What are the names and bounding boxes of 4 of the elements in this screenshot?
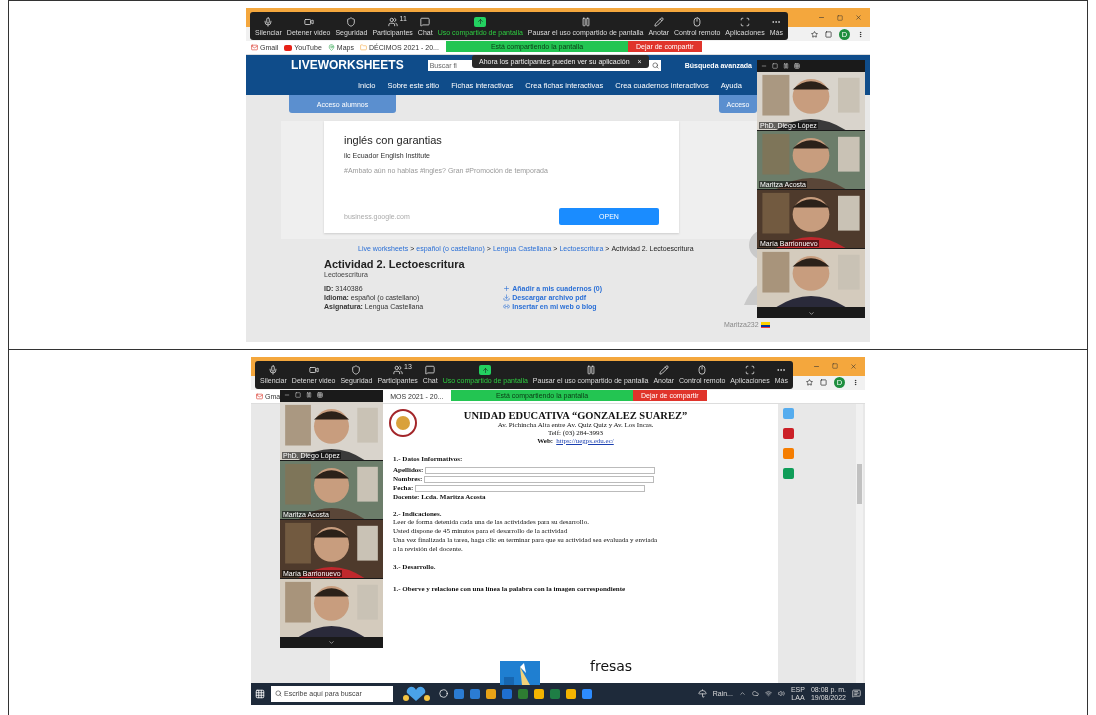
worksheet-title: Actividad 2. Lectoescritura xyxy=(324,258,466,270)
ad-title: inglés con garantias xyxy=(344,134,443,146)
school-name: UNIDAD EDUCATIVA “GONZALEZ SUAREZ” xyxy=(463,409,688,421)
word-label: fresas xyxy=(590,657,633,674)
